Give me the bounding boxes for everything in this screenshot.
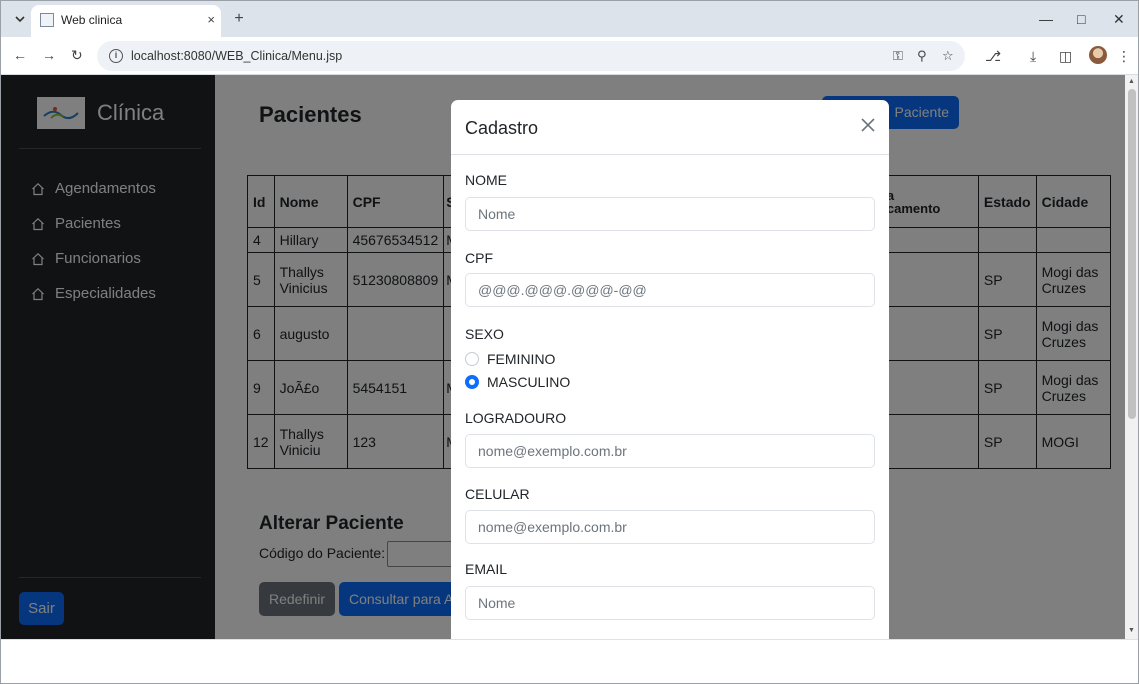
site-info-icon[interactable]: i [109, 49, 123, 63]
logradouro-input[interactable]: nome@exemplo.com.br [465, 434, 875, 468]
scrollbar-thumb[interactable] [1128, 89, 1136, 419]
celular-input[interactable]: nome@exemplo.com.br [465, 510, 875, 544]
reload-icon[interactable]: ↻ [71, 47, 83, 64]
address-bar[interactable]: i localhost:8080/WEB_Clinica/Menu.jsp ⚿ … [97, 41, 965, 71]
cpf-input[interactable]: @@@.@@@.@@@-@@ [465, 273, 875, 307]
radio-unchecked[interactable] [465, 352, 479, 366]
sexo-label: SEXO [465, 326, 504, 342]
close-icon[interactable] [859, 116, 877, 134]
browser-toolbar: ← → ↻ i localhost:8080/WEB_Clinica/Menu.… [1, 37, 1138, 75]
more-menu-icon[interactable]: ⋮ [1117, 48, 1131, 65]
bookmark-star-icon[interactable]: ☆ [942, 48, 954, 64]
chevron-down-icon [15, 16, 25, 23]
modal-title: Cadastro [465, 118, 539, 138]
email-input[interactable]: Nome [465, 586, 875, 620]
maximize-icon[interactable]: □ [1077, 11, 1085, 27]
zoom-icon[interactable]: ⚲ [917, 48, 927, 64]
tab-title: Web clinica [61, 13, 123, 27]
scroll-up-icon[interactable]: ▲ [1128, 78, 1135, 85]
radio-checked[interactable] [465, 375, 479, 389]
close-window-icon[interactable]: ✕ [1113, 11, 1125, 28]
email-label: EMAIL [465, 561, 508, 577]
nome-label: NOME [465, 172, 507, 188]
favicon-icon [40, 13, 54, 27]
modal-header: Cadastro [451, 100, 889, 155]
scroll-down-icon[interactable]: ▼ [1128, 627, 1135, 634]
browser-window: Web clinica × + — □ ✕ ← → ↻ i localhost:… [0, 0, 1139, 684]
nome-input[interactable]: Nome [465, 197, 875, 231]
profile-avatar[interactable] [1089, 46, 1107, 64]
celular-label: CELULAR [465, 486, 530, 502]
tab-search-button[interactable] [11, 10, 29, 28]
new-tab-button[interactable]: + [229, 9, 249, 29]
radio-label: MASCULINO [487, 374, 571, 390]
back-icon[interactable]: ← [13, 47, 27, 63]
sexo-option-feminino[interactable]: FEMININO [465, 351, 555, 367]
password-key-icon[interactable]: ⚿ [893, 48, 903, 64]
tab-strip: Web clinica × + — □ ✕ [1, 1, 1138, 37]
logradouro-label: LOGRADOURO [465, 410, 567, 426]
page-bottom-area [1, 639, 1138, 683]
extensions-icon[interactable]: ⎇ [985, 48, 1001, 65]
sexo-option-masculino[interactable]: MASCULINO [465, 374, 570, 390]
page-scrollbar[interactable]: ▲ ▼ [1125, 75, 1138, 639]
cpf-label: CPF [465, 250, 493, 266]
forward-icon[interactable]: → [42, 47, 56, 63]
browser-tab[interactable]: Web clinica × [31, 5, 221, 37]
close-tab-icon[interactable]: × [207, 12, 215, 27]
download-icon[interactable]: ⤓ [1030, 48, 1036, 65]
page-viewport: Clínica Agendamentos Pacientes Funcionar… [1, 75, 1125, 639]
url-text: localhost:8080/WEB_Clinica/Menu.jsp [131, 49, 343, 63]
minimize-icon[interactable]: — [1039, 11, 1053, 27]
radio-label: FEMININO [487, 351, 556, 367]
side-panel-icon[interactable]: ◫ [1059, 48, 1072, 65]
register-modal: Cadastro NOME Nome CPF @@@.@@@.@@@-@@ SE… [451, 100, 889, 639]
